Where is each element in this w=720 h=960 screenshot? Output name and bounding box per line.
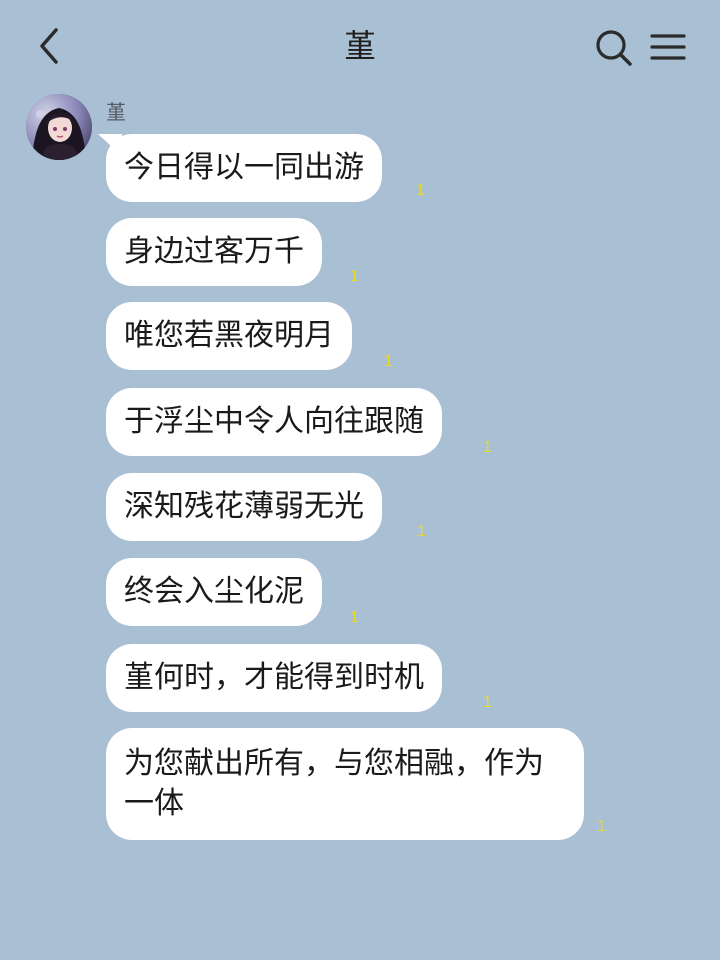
- message-text: 身边过客万千: [124, 234, 304, 269]
- message-bubble[interactable]: 终会入尘化泥: [106, 558, 322, 626]
- message-text: 堇何时，才能得到时机: [124, 660, 424, 695]
- message-bubble[interactable]: 今日得以一同出游: [106, 134, 382, 202]
- sender-name: 堇: [106, 100, 126, 124]
- sender-avatar[interactable]: [26, 94, 92, 160]
- search-button[interactable]: [592, 26, 636, 70]
- message-bubble[interactable]: 于浮尘中令人向往跟随: [106, 388, 442, 456]
- read-count: 1: [597, 818, 606, 835]
- read-count: 1: [350, 268, 359, 285]
- read-count: 1: [350, 609, 359, 626]
- read-count: 1: [416, 182, 425, 199]
- message-text: 为您献出所有，与您相融，作为一体: [124, 746, 544, 821]
- message-bubble[interactable]: 身边过客万千: [106, 218, 322, 286]
- read-count: 1: [483, 694, 492, 711]
- search-icon: [596, 30, 632, 66]
- menu-button[interactable]: [648, 28, 688, 68]
- message-text: 深知残花薄弱无光: [124, 489, 364, 524]
- read-count: 1: [417, 523, 426, 540]
- read-count: 1: [483, 439, 492, 456]
- read-count: 1: [384, 353, 393, 370]
- avatar-image: [26, 94, 92, 160]
- message-text: 于浮尘中令人向往跟随: [124, 404, 424, 439]
- message-bubble[interactable]: 为您献出所有，与您相融，作为一体: [106, 728, 584, 840]
- chat-header: 堇: [0, 0, 720, 92]
- hamburger-menu-icon: [650, 34, 686, 60]
- message-bubble[interactable]: 深知残花薄弱无光: [106, 473, 382, 541]
- message-text: 今日得以一同出游: [124, 150, 364, 185]
- message-text: 唯您若黑夜明月: [124, 318, 334, 353]
- message-bubble[interactable]: 堇何时，才能得到时机: [106, 644, 442, 712]
- message-bubble[interactable]: 唯您若黑夜明月: [106, 302, 352, 370]
- message-text: 终会入尘化泥: [124, 574, 304, 609]
